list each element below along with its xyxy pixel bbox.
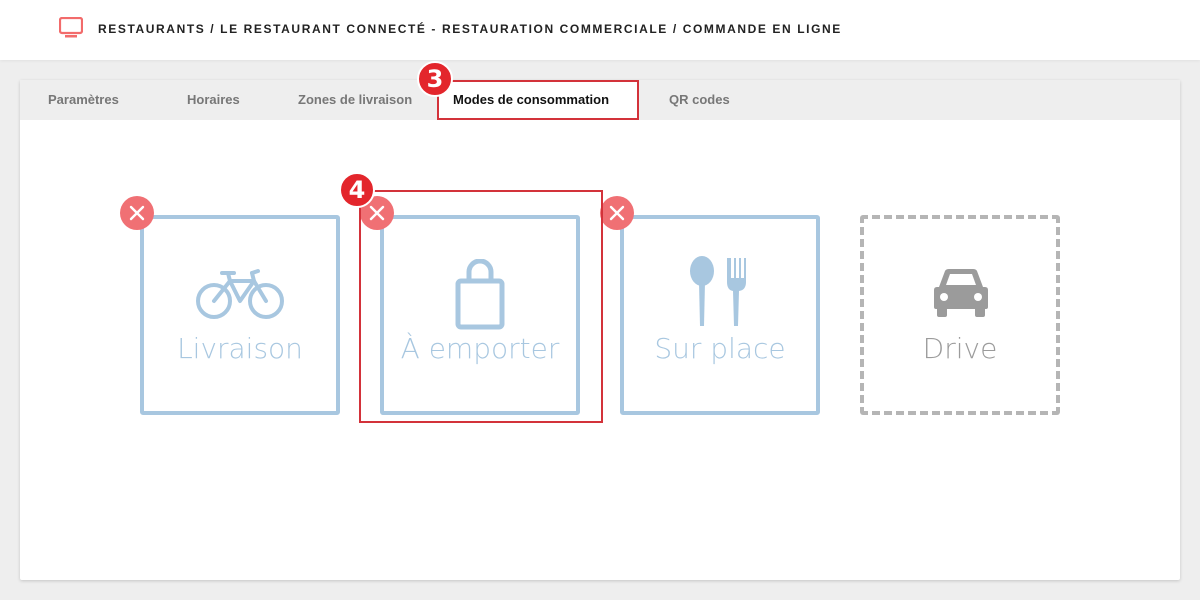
bicycle-icon bbox=[196, 269, 284, 319]
step-badge-4: 4 bbox=[339, 172, 375, 208]
tab-horaires[interactable]: Horaires bbox=[187, 92, 240, 107]
remove-livraison-button[interactable] bbox=[120, 196, 154, 230]
tab-zones-de-livraison[interactable]: Zones de livraison bbox=[298, 92, 412, 107]
car-icon bbox=[934, 269, 988, 317]
tab-qr-codes[interactable]: QR codes bbox=[669, 92, 730, 107]
mode-tile-a-emporter[interactable]: À emporter bbox=[380, 215, 580, 415]
breadcrumb: RESTAURANTS / LE RESTAURANT CONNECTÉ - R… bbox=[98, 22, 842, 36]
mode-label-livraison: Livraison bbox=[177, 332, 303, 365]
close-icon bbox=[369, 205, 385, 221]
mode-label-drive: Drive bbox=[922, 332, 998, 365]
mode-label-sur-place: Sur place bbox=[654, 332, 786, 365]
close-icon bbox=[129, 205, 145, 221]
settings-card: Paramètres Horaires Zones de livraison M… bbox=[20, 61, 1180, 580]
spoon-fork-icon bbox=[690, 256, 746, 326]
close-icon bbox=[609, 205, 625, 221]
tab-bar: Paramètres Horaires Zones de livraison M… bbox=[20, 80, 1180, 120]
monitor-icon bbox=[59, 17, 83, 38]
tab-parametres[interactable]: Paramètres bbox=[48, 92, 119, 107]
shopping-bag-icon bbox=[455, 259, 505, 330]
tab-modes-de-consommation[interactable]: Modes de consommation bbox=[453, 92, 609, 107]
mode-tile-sur-place[interactable]: Sur place bbox=[620, 215, 820, 415]
step-badge-3: 3 bbox=[417, 61, 453, 97]
remove-sur-place-button[interactable] bbox=[600, 196, 634, 230]
mode-label-a-emporter: À emporter bbox=[400, 332, 560, 365]
mode-tile-livraison[interactable]: Livraison bbox=[140, 215, 340, 415]
mode-tile-drive[interactable]: Drive bbox=[860, 215, 1060, 415]
top-header: RESTAURANTS / LE RESTAURANT CONNECTÉ - R… bbox=[0, 0, 1200, 60]
